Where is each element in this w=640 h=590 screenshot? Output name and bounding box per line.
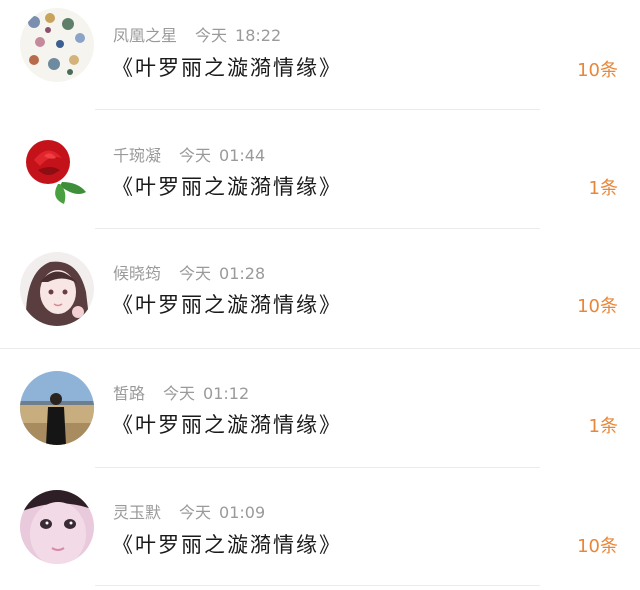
date-label: 今天 [179, 503, 212, 522]
sender-name: 千琬凝 [113, 146, 162, 165]
message-meta: 候晓筠 今天 01:28 [113, 260, 265, 284]
anime-girl-avatar[interactable] [20, 252, 94, 326]
message-count: 10条 [577, 536, 618, 557]
divider [95, 228, 540, 229]
red-rose-avatar[interactable] [20, 134, 94, 208]
story-title: 《叶罗丽之漩漪情缘》 [112, 533, 342, 557]
message-row[interactable]: 候晓筠 今天 01:28 《叶罗丽之漩漪情缘》 10条 [0, 236, 640, 354]
date-label: 今天 [179, 264, 212, 283]
date-label: 今天 [163, 384, 196, 403]
story-title: 《叶罗丽之漩漪情缘》 [112, 293, 342, 317]
message-list: 凤凰之星 今天 18:22 《叶罗丽之漩漪情缘》 10条 千琬凝 今天 01:44 《叶… [0, 0, 640, 590]
date-label: 今天 [179, 146, 212, 165]
divider [0, 348, 640, 349]
doll-face-avatar[interactable] [20, 490, 94, 564]
sender-name: 灵玉默 [113, 503, 162, 522]
divider [95, 585, 540, 586]
message-count: 1条 [588, 178, 618, 199]
message-meta: 皙路 今天 01:12 [113, 380, 249, 404]
message-row[interactable]: 皙路 今天 01:12 《叶罗丽之漩漪情缘》 1条 [0, 354, 640, 472]
time-label: 01:12 [203, 384, 250, 403]
message-count: 10条 [577, 60, 618, 81]
story-title: 《叶罗丽之漩漪情缘》 [112, 56, 342, 80]
time-label: 01:44 [219, 146, 266, 165]
time-label: 01:09 [219, 503, 266, 522]
message-count: 10条 [577, 296, 618, 317]
message-row[interactable]: 凤凰之星 今天 18:22 《叶罗丽之漩漪情缘》 10条 [0, 0, 640, 118]
sender-name: 候晓筠 [113, 264, 162, 283]
sender-name: 皙路 [113, 384, 146, 403]
message-meta: 凤凰之星 今天 18:22 [113, 22, 281, 46]
divider [95, 467, 540, 468]
message-row[interactable]: 灵玉默 今天 01:09 《叶罗丽之漩漪情缘》 10条 [0, 472, 640, 590]
divider [95, 109, 540, 110]
message-meta: 千琬凝 今天 01:44 [113, 142, 265, 166]
sender-name: 凤凰之星 [113, 26, 178, 45]
time-label: 01:28 [219, 264, 266, 283]
story-title: 《叶罗丽之漩漪情缘》 [112, 175, 342, 199]
message-row[interactable]: 千琬凝 今天 01:44 《叶罗丽之漩漪情缘》 1条 [0, 118, 640, 236]
photo-girl-avatar[interactable] [20, 371, 94, 445]
message-meta: 灵玉默 今天 01:09 [113, 499, 265, 523]
message-count: 1条 [588, 416, 618, 437]
time-label: 18:22 [235, 26, 282, 45]
floral-pattern-avatar[interactable] [20, 8, 94, 82]
date-label: 今天 [195, 26, 228, 45]
story-title: 《叶罗丽之漩漪情缘》 [112, 413, 342, 437]
